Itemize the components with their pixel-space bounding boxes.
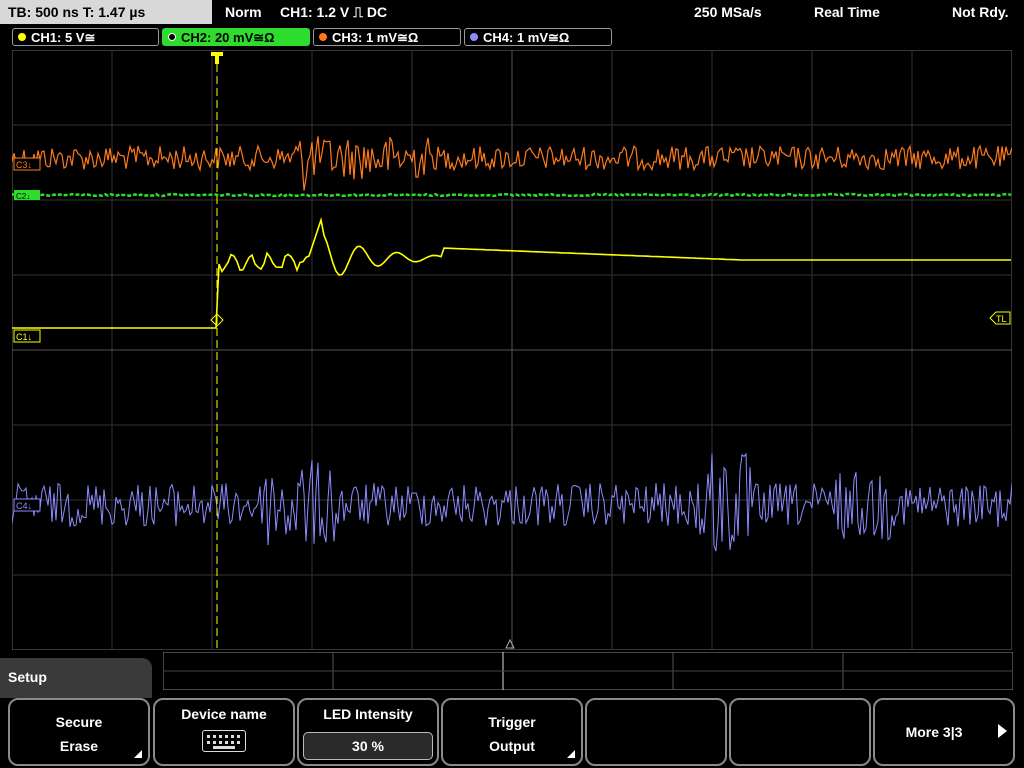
submenu-corner-icon [567, 750, 575, 758]
empty-softkey-6[interactable] [729, 698, 871, 766]
timebase-readout[interactable]: TB: 500 ns T: 1.47 µs [0, 0, 212, 24]
ch1-dot-icon [18, 33, 26, 41]
channel-tab-ch2[interactable]: CH2: 20 mV≅Ω [162, 28, 310, 46]
led-intensity-button[interactable]: LED Intensity 30 % [297, 698, 439, 766]
channel-bar: CH1: 5 V≅ CH2: 20 mV≅Ω CH3: 1 mV≅Ω CH4: … [0, 26, 1024, 48]
led-intensity-value[interactable]: 30 % [303, 732, 433, 760]
device-name-label: Device name [181, 706, 267, 722]
ch3-offset-marker[interactable]: C3↓ [16, 160, 32, 170]
channel-tab-ch3[interactable]: CH3: 1 mV≅Ω [313, 28, 461, 46]
trigger-output-label-2: Output [489, 738, 535, 754]
trigger-output-button[interactable]: Trigger Output [441, 698, 583, 766]
trigger-mode[interactable]: Norm [225, 0, 262, 24]
ch1-label: CH1: 5 V≅ [31, 30, 96, 45]
secure-erase-label-1: Secure [55, 714, 103, 730]
ch2-dot-icon [168, 33, 176, 41]
keyboard-icon [202, 730, 246, 752]
arrow-right-icon [998, 724, 1007, 738]
zoom-overview-strip [162, 651, 1014, 691]
ch4-label: CH4: 1 mV≅Ω [483, 30, 570, 45]
submenu-corner-icon [134, 750, 142, 758]
secure-erase-button[interactable]: Secure Erase [8, 698, 150, 766]
device-name-button[interactable]: Device name [153, 698, 295, 766]
menu-title-setup: Setup [0, 658, 152, 698]
trigger-source[interactable]: CH1: 1.2 V ⎍ DC [280, 0, 387, 24]
channel-tab-ch4[interactable]: CH4: 1 mV≅Ω [464, 28, 612, 46]
empty-softkey-5[interactable] [585, 698, 727, 766]
sample-rate: 250 MSa/s [694, 4, 762, 20]
waveform-display[interactable]: C3↓ C2↓ C1↓ C4↓ TL [11, 49, 1013, 651]
more-button[interactable]: More 3|3 [873, 698, 1015, 766]
more-label: More 3|3 [905, 724, 963, 740]
status-bar: TB: 500 ns T: 1.47 µs Norm CH1: 1.2 V ⎍ … [0, 0, 1024, 24]
waveform-svg: C3↓ C2↓ C1↓ C4↓ TL [11, 49, 1013, 651]
secure-erase-label-2: Erase [59, 738, 99, 754]
ch2-offset-marker[interactable]: C2↓ [16, 192, 30, 201]
trigger-level-marker[interactable]: TL [996, 314, 1007, 324]
acquisition-mode[interactable]: Real Time [814, 0, 880, 24]
led-intensity-label: LED Intensity [323, 706, 413, 722]
trigger-status: Not Rdy. [952, 4, 1009, 20]
ch3-label: CH3: 1 mV≅Ω [332, 30, 419, 45]
channel-tab-ch1[interactable]: CH1: 5 V≅ [12, 28, 159, 46]
ch4-offset-marker[interactable]: C4↓ [16, 501, 32, 511]
ch4-dot-icon [470, 33, 478, 41]
trigger-output-label-1: Trigger [488, 714, 536, 730]
ch1-offset-marker[interactable]: C1↓ [16, 332, 32, 342]
ch3-dot-icon [319, 33, 327, 41]
ch2-label: CH2: 20 mV≅Ω [181, 30, 275, 45]
